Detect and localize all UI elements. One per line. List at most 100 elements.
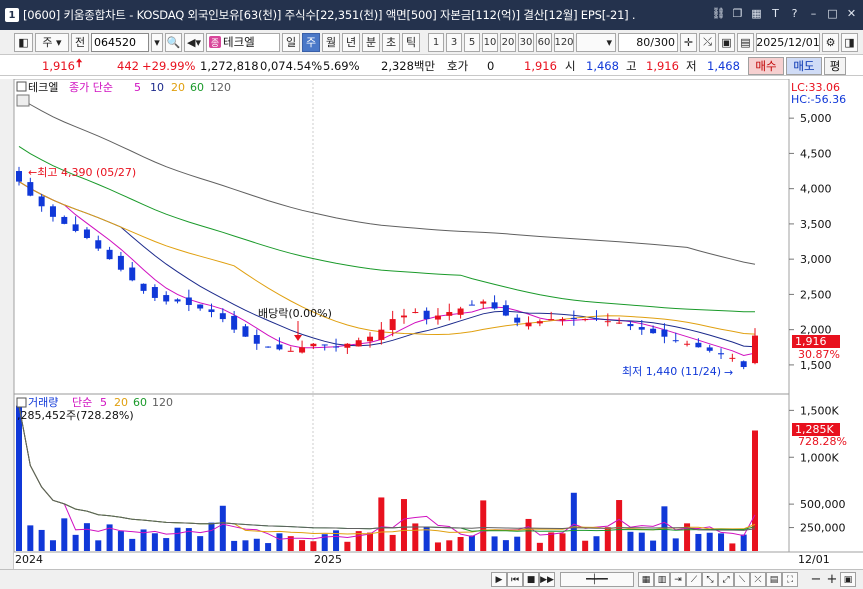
fullscreen-icon[interactable]: ⛶ xyxy=(782,572,798,587)
text-icon[interactable]: T xyxy=(768,6,783,21)
candle-body xyxy=(729,357,736,359)
close-icon[interactable]: ✕ xyxy=(844,6,859,21)
interval-1[interactable]: 1 xyxy=(428,32,444,52)
candle-body xyxy=(525,322,532,327)
candle-body xyxy=(593,318,600,320)
vol-ma-60: 60 xyxy=(133,396,147,409)
interval-20[interactable]: 20 xyxy=(500,32,516,52)
volume-tick-label: 1,500K xyxy=(800,404,839,417)
volume-bar xyxy=(593,536,600,551)
candle-body xyxy=(299,347,306,353)
eval-button[interactable]: 평 xyxy=(824,57,846,75)
volume-bar xyxy=(367,532,374,551)
period-minute[interactable]: 분 xyxy=(362,32,380,52)
period-second[interactable]: 초 xyxy=(382,32,400,52)
chart-toolbar: ◧ 주 ▾ 전 ▾ 🔍 ◀▾ 종 테크엘 일 주 월 년 분 초 틱 1 3 5… xyxy=(0,30,863,55)
zoom-out-icon[interactable]: − xyxy=(808,572,824,587)
volume-collapse-icon[interactable] xyxy=(16,397,27,408)
sound-icon[interactable]: ◀▾ xyxy=(184,32,204,52)
zoom-in-icon[interactable]: + xyxy=(824,572,840,587)
vol-ma-120: 120 xyxy=(152,396,173,409)
settings-icon[interactable]: ⚙ xyxy=(822,32,839,52)
forward-icon[interactable]: ▶▶ xyxy=(539,572,555,587)
buy-button[interactable]: 매수 xyxy=(748,57,784,75)
grid-icon[interactable]: ▦ xyxy=(638,572,654,587)
candle-body xyxy=(197,304,204,309)
candle-body xyxy=(140,283,147,291)
date-field[interactable]: 2025/12/01 xyxy=(756,32,820,52)
interval-3[interactable]: 3 xyxy=(446,32,462,52)
low-label: 저 xyxy=(686,58,697,73)
scroll-right-icon[interactable]: ▶ xyxy=(491,572,507,587)
volume-bar xyxy=(163,538,170,551)
candle-body xyxy=(389,319,396,331)
code-dropdown-icon[interactable]: ▾ xyxy=(151,32,163,52)
dividend-note: 배당락(0.00%) xyxy=(258,307,332,320)
turnover: 5.69% xyxy=(323,58,360,73)
chart-area[interactable]: 5,000 4,500 4,000 3,500 3,000 2,500 2,000 1,500… xyxy=(13,78,863,569)
volume-bar xyxy=(412,523,419,551)
draw-icon-6[interactable]: ▤ xyxy=(766,572,782,587)
volume-bar xyxy=(650,540,657,551)
crosshair-icon[interactable]: ✛ xyxy=(680,32,697,52)
candle-body xyxy=(559,319,566,321)
indicator-icon[interactable]: ⤯ xyxy=(699,32,716,52)
collapse-box-icon[interactable] xyxy=(16,81,27,92)
interval-30[interactable]: 30 xyxy=(518,32,534,52)
x-label-last-date: 12/01 xyxy=(798,553,830,566)
help-icon[interactable]: ? xyxy=(787,6,802,21)
period-week[interactable]: 주 xyxy=(302,32,320,52)
minimize-icon[interactable]: – xyxy=(806,6,821,21)
draw-icon-5[interactable]: ⤫ xyxy=(750,572,766,587)
stock-type-badge: 종 xyxy=(209,36,221,49)
interval-60[interactable]: 60 xyxy=(536,32,552,52)
interval-10[interactable]: 10 xyxy=(482,32,498,52)
draw-icon-3[interactable]: ⤢ xyxy=(718,572,734,587)
volume-bar xyxy=(378,497,385,551)
volume-bar xyxy=(400,499,407,551)
period-day[interactable]: 일 xyxy=(282,32,300,52)
calendar-icon[interactable]: ▤ xyxy=(737,32,754,52)
volume-bar xyxy=(752,430,758,551)
interval-5[interactable]: 5 xyxy=(464,32,480,52)
count-field[interactable]: 80/300 xyxy=(618,32,678,52)
stop-icon[interactable]: ■ xyxy=(523,572,539,587)
collapse-icon[interactable]: ◨ xyxy=(841,32,858,52)
shrink-icon[interactable]: ⇥ xyxy=(670,572,686,587)
period-tick[interactable]: 틱 xyxy=(402,32,420,52)
period-month[interactable]: 월 xyxy=(322,32,340,52)
volume-bar xyxy=(253,538,260,551)
stock-name-box[interactable]: 종 테크엘 xyxy=(206,32,280,52)
interval-select[interactable]: ▾ xyxy=(576,32,616,52)
candle-body xyxy=(38,196,45,207)
expand-icon[interactable]: ▣ xyxy=(840,572,856,587)
split-icon[interactable]: ▥ xyxy=(654,572,670,587)
prev-button[interactable]: 전 xyxy=(71,32,89,52)
candle-body xyxy=(174,299,181,302)
save-icon[interactable]: ▣ xyxy=(718,32,735,52)
period-type-select[interactable]: 주 ▾ xyxy=(35,32,69,52)
maximize-icon[interactable]: □ xyxy=(825,6,840,21)
stock-code-input[interactable] xyxy=(91,32,149,52)
candle-body xyxy=(412,312,419,314)
interval-120[interactable]: 120 xyxy=(554,32,574,52)
plot-frame xyxy=(13,78,790,553)
restore-icon[interactable]: ❐ xyxy=(730,6,745,21)
draw-icon-1[interactable]: ⟋ xyxy=(686,572,702,587)
quote-bar: 1,916 🠅 442 +29.99% 1,272,818 0,074.54% … xyxy=(0,56,863,76)
volume-bar xyxy=(468,535,475,551)
chart-svg[interactable]: 5,0004,5004,0003,5003,0002,5002,0001,500… xyxy=(13,78,863,569)
draw-icon-2[interactable]: ⤡ xyxy=(702,572,718,587)
rewind-icon[interactable]: ⏮ xyxy=(507,572,523,587)
zoom-slider[interactable]: ━┿━━ xyxy=(560,572,634,587)
layout-icon[interactable]: ▦ xyxy=(749,6,764,21)
search-icon[interactable]: 🔍 xyxy=(165,32,182,52)
volume-bar xyxy=(231,540,238,551)
volume-bar xyxy=(434,542,441,551)
draw-icon-4[interactable]: ⟍ xyxy=(734,572,750,587)
sell-button[interactable]: 매도 xyxy=(786,57,822,75)
link-icon[interactable]: ⛓ xyxy=(711,6,726,21)
table-icon[interactable] xyxy=(16,94,30,107)
layout-toggle-icon[interactable]: ◧ xyxy=(14,32,33,52)
period-year[interactable]: 년 xyxy=(342,32,360,52)
